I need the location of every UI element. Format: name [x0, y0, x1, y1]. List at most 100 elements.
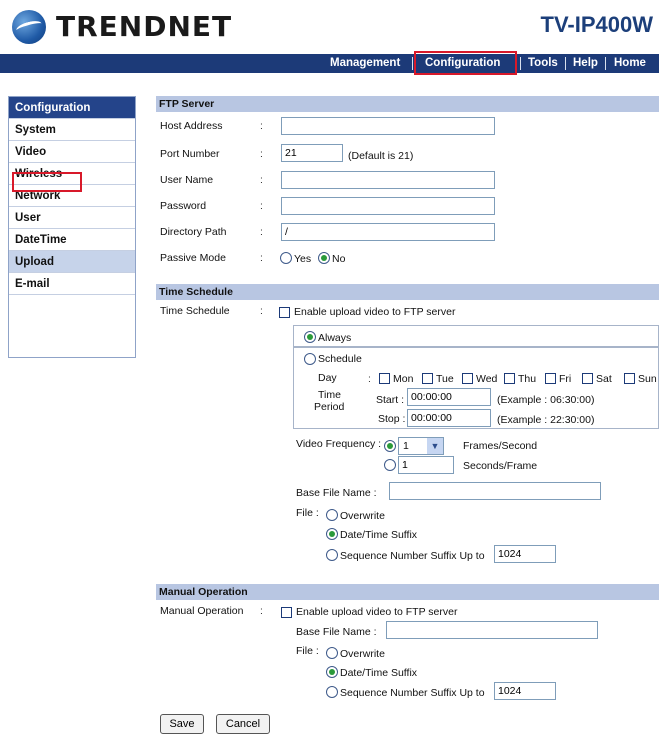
colon: :	[260, 252, 263, 264]
manual-enable-label: Enable upload video to FTP server	[296, 606, 458, 618]
colon: :	[260, 120, 263, 132]
manual-file-sequence-radio[interactable]	[326, 686, 338, 698]
day-fri-checkbox[interactable]	[545, 373, 556, 384]
nav-management[interactable]: Management	[330, 54, 400, 73]
sidebar-item-system[interactable]: System	[9, 119, 135, 141]
model-name: TV-IP400W	[540, 12, 653, 37]
day-tue-label: Tue	[436, 373, 454, 385]
manual-sequence-limit-input[interactable]	[494, 682, 556, 700]
time-label: Time	[318, 389, 341, 401]
spf-input[interactable]	[398, 456, 454, 474]
file-sequence-label: Sequence Number Suffix Up to	[340, 550, 485, 562]
fps-unit-label: Frames/Second	[463, 440, 538, 452]
day-thu-checkbox[interactable]	[504, 373, 515, 384]
file-datetime-label: Date/Time Suffix	[340, 529, 418, 541]
time-schedule-label: Time Schedule	[160, 305, 230, 317]
nav-tools[interactable]: Tools	[528, 54, 558, 73]
video-frequency-label: Video Frequency :	[296, 438, 382, 450]
section-time-schedule: Time Schedule	[156, 284, 659, 300]
section-manual-operation: Manual Operation	[156, 584, 659, 600]
spf-radio[interactable]	[384, 459, 396, 471]
user-name-label: User Name	[160, 174, 214, 186]
directory-path-label: Directory Path	[160, 226, 227, 238]
manual-operation-label: Manual Operation	[160, 605, 244, 617]
sidebar-item-user[interactable]: User	[9, 207, 135, 229]
colon: :	[260, 226, 263, 238]
nav-divider	[412, 57, 413, 70]
nav-divider	[605, 57, 606, 70]
sidebar: Configuration System Video Wireless Netw…	[8, 96, 136, 358]
colon: :	[260, 174, 263, 186]
file-label: File :	[296, 507, 319, 519]
sequence-limit-input[interactable]	[494, 545, 556, 563]
day-sun-checkbox[interactable]	[624, 373, 635, 384]
colon: :	[260, 148, 263, 160]
port-number-label: Port Number	[160, 148, 220, 160]
spf-unit-label: Seconds/Frame	[463, 460, 538, 472]
manual-file-overwrite-radio[interactable]	[326, 647, 338, 659]
sidebar-item-email[interactable]: E-mail	[9, 273, 135, 295]
password-label: Password	[160, 200, 207, 212]
fps-select[interactable]: 1 ▼	[398, 437, 444, 455]
file-overwrite-label: Overwrite	[340, 510, 385, 522]
passive-yes-label: Yes	[294, 253, 312, 265]
password-input[interactable]	[281, 197, 495, 215]
schedule-always-radio[interactable]	[304, 331, 316, 343]
cancel-button[interactable]: Cancel	[216, 714, 270, 734]
colon: :	[260, 305, 263, 317]
directory-path-input[interactable]	[281, 223, 495, 241]
schedule-enable-label: Enable upload video to FTP server	[294, 306, 456, 318]
port-number-input[interactable]	[281, 144, 343, 162]
manual-file-overwrite-label: Overwrite	[340, 648, 385, 660]
nav-home[interactable]: Home	[614, 54, 646, 73]
highlight-box-configuration	[414, 51, 517, 75]
fps-radio[interactable]	[384, 440, 396, 452]
section-ftp-server: FTP Server	[156, 96, 659, 112]
period-label: Period	[314, 401, 345, 413]
schedule-enable-checkbox[interactable]	[279, 307, 290, 318]
port-default-hint: (Default is 21)	[348, 150, 414, 162]
schedule-custom-radio[interactable]	[304, 353, 316, 365]
save-button[interactable]: Save	[160, 714, 204, 734]
manual-file-datetime-label: Date/Time Suffix	[340, 667, 418, 679]
manual-file-label: File :	[296, 645, 319, 657]
base-file-name-label: Base File Name :	[296, 487, 377, 499]
start-time-input[interactable]	[407, 388, 491, 406]
day-thu-label: Thu	[518, 373, 537, 385]
day-sat-label: Sat	[596, 373, 612, 385]
file-datetime-radio[interactable]	[326, 528, 338, 540]
day-wed-checkbox[interactable]	[462, 373, 473, 384]
day-tue-checkbox[interactable]	[422, 373, 433, 384]
stop-time-input[interactable]	[407, 409, 491, 427]
start-label: Start :	[376, 394, 405, 406]
sidebar-item-upload[interactable]: Upload	[9, 251, 135, 273]
sidebar-item-video[interactable]: Video	[9, 141, 135, 163]
chevron-down-icon: ▼	[427, 438, 443, 454]
manual-file-datetime-radio[interactable]	[326, 666, 338, 678]
day-sun-label: Sun	[638, 373, 657, 385]
highlight-box-wireless	[12, 172, 82, 192]
manual-base-file-name-input[interactable]	[386, 621, 598, 639]
passive-yes-radio[interactable]	[280, 252, 292, 264]
passive-mode-label: Passive Mode	[160, 252, 226, 264]
nav-help[interactable]: Help	[573, 54, 598, 73]
base-file-name-input[interactable]	[389, 482, 601, 500]
manual-enable-checkbox[interactable]	[281, 607, 292, 618]
stop-example: (Example : 22:30:00)	[497, 414, 595, 426]
colon: :	[260, 200, 263, 212]
passive-no-radio[interactable]	[318, 252, 330, 264]
file-sequence-radio[interactable]	[326, 549, 338, 561]
sidebar-item-datetime[interactable]: DateTime	[9, 229, 135, 251]
schedule-always-label: Always	[318, 332, 352, 344]
day-sat-checkbox[interactable]	[582, 373, 593, 384]
file-overwrite-radio[interactable]	[326, 509, 338, 521]
host-address-input[interactable]	[281, 117, 495, 135]
manual-base-file-name-label: Base File Name :	[296, 626, 377, 638]
colon: :	[368, 373, 371, 385]
passive-no-label: No	[332, 253, 346, 265]
start-example: (Example : 06:30:00)	[497, 394, 595, 406]
user-name-input[interactable]	[281, 171, 495, 189]
stop-label: Stop :	[378, 413, 406, 425]
sidebar-header-configuration: Configuration	[9, 97, 135, 119]
day-mon-checkbox[interactable]	[379, 373, 390, 384]
